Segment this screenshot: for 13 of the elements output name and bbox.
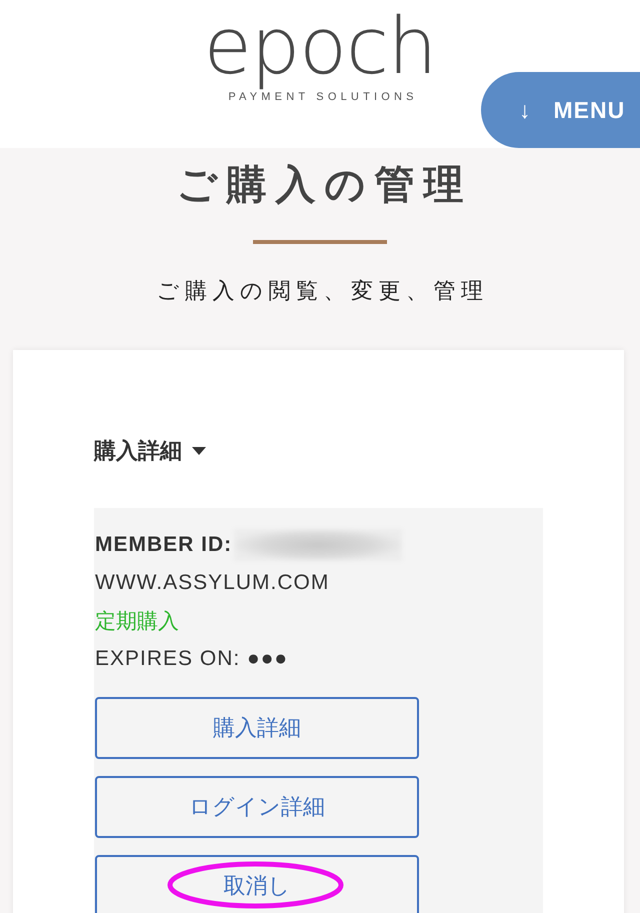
subscription-status: 定期購入 bbox=[95, 608, 180, 635]
section-title[interactable]: 購入詳細 bbox=[94, 436, 182, 466]
member-id-label: MEMBER ID: bbox=[95, 533, 232, 557]
page-subtitle: ご購入の閲覧、変更、管理 bbox=[156, 278, 488, 306]
action-button[interactable]: 購入詳細 bbox=[95, 697, 419, 759]
action-button[interactable]: ログイン詳細 bbox=[95, 776, 419, 838]
action-button[interactable]: 取消し bbox=[95, 855, 419, 913]
logo-tagline: PAYMENT SOLUTIONS bbox=[227, 91, 418, 103]
caret-icon[interactable] bbox=[192, 447, 206, 455]
page-title: ご購入の管理 bbox=[176, 161, 472, 209]
site-name: WWW.ASSYLUM.COM bbox=[95, 570, 330, 596]
menu-button[interactable]: ↓ MENU bbox=[481, 72, 640, 148]
expiry-date: EXPIRES ON: ●●● bbox=[95, 646, 290, 672]
